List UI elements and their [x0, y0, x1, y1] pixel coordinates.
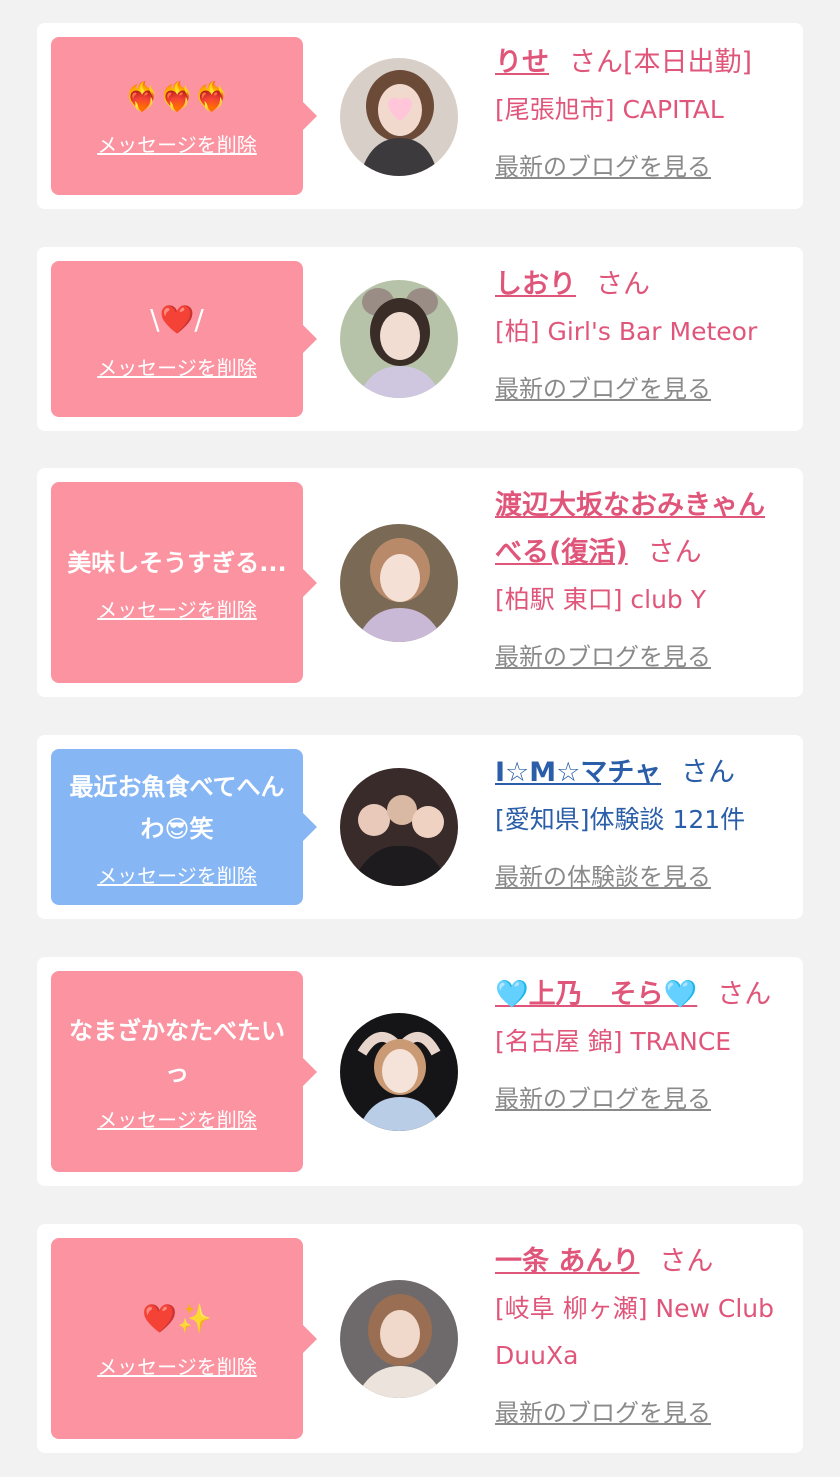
message-text: 美味しそうすぎる...: [67, 549, 287, 577]
message-text: なまざかなたべたいっ: [69, 1017, 285, 1087]
message-bubble: ❤️‍🔥❤️‍🔥❤️‍🔥 メッセージを削除: [51, 37, 317, 195]
message-text: ❤️‍🔥❤️‍🔥❤️‍🔥: [124, 79, 230, 113]
cast-info: I☆M☆マチャ さん [愛知県]体験談 121件 最新の体験談を見る: [495, 749, 787, 892]
message-card: ❤️✨ メッセージを削除 一条 あんり さん [岐阜 柳ヶ瀬] New Club …: [37, 1224, 803, 1453]
cast-info: しおり さん [柏] Girl's Bar Meteor 最新のブログを見る: [495, 261, 787, 404]
message-bubble: 最近お魚食べてへんわ😎笑 メッセージを削除: [51, 749, 317, 905]
honorific: さん: [717, 979, 772, 1010]
message-bubble: なまざかなたべたいっ メッセージを削除: [51, 971, 317, 1172]
avatar[interactable]: [340, 1013, 458, 1131]
cast-name-link[interactable]: 渡辺大坂なおみきゃんべる(復活): [495, 490, 765, 568]
message-card: \❤️/ メッセージを削除 しおり さん [柏] Girl's Bar Meteo…: [37, 247, 803, 431]
honorific: さん: [647, 537, 702, 568]
avatar[interactable]: [340, 58, 458, 176]
honorific: さん: [681, 757, 736, 788]
shop-info: [柏] Girl's Bar Meteor: [495, 317, 758, 346]
cast-name-link[interactable]: 🩵上乃 そら🩵: [495, 979, 697, 1010]
delete-message-link[interactable]: メッセージを削除: [97, 1104, 257, 1133]
cast-name-link[interactable]: I☆M☆マチャ: [495, 757, 661, 788]
shop-info: [尾張旭市] CAPITAL: [495, 95, 724, 124]
latest-blog-link[interactable]: 最新のブログを見る: [495, 637, 711, 672]
shop-info: [柏駅 東口] club Y: [495, 585, 707, 614]
review-count-info: [愛知県]体験談 121件: [495, 805, 746, 834]
cast-info: 一条 あんり さん [岐阜 柳ヶ瀬] New Club DuuXa 最新のブログを…: [495, 1238, 787, 1428]
message-bubble: ❤️✨ メッセージを削除: [51, 1238, 317, 1439]
delete-message-link[interactable]: メッセージを削除: [97, 594, 257, 623]
avatar[interactable]: [340, 524, 458, 642]
latest-review-link[interactable]: 最新の体験談を見る: [495, 857, 711, 892]
latest-blog-link[interactable]: 最新のブログを見る: [495, 1079, 711, 1114]
delete-message-link[interactable]: メッセージを削除: [97, 352, 257, 381]
shop-info: [岐阜 柳ヶ瀬] New Club DuuXa: [495, 1294, 774, 1370]
message-card: なまざかなたべたいっ メッセージを削除 🩵上乃 そら🩵 さん [名古屋 錦] TR…: [37, 957, 803, 1186]
cast-info: 渡辺大坂なおみきゃんべる(復活) さん [柏駅 東口] club Y 最新のブログ…: [495, 482, 787, 672]
honorific: さん: [659, 1246, 714, 1277]
delete-message-link[interactable]: メッセージを削除: [97, 129, 257, 158]
shop-info: [名古屋 錦] TRANCE: [495, 1027, 732, 1056]
message-text: \❤️/: [150, 302, 204, 336]
delete-message-link[interactable]: メッセージを削除: [97, 1351, 257, 1380]
cast-info: りせ さん[本日出勤] [尾張旭市] CAPITAL 最新のブログを見る: [495, 39, 787, 182]
message-bubble: \❤️/ メッセージを削除: [51, 261, 317, 417]
message-text: ❤️✨: [142, 1302, 212, 1335]
honorific: さん[本日出勤]: [569, 47, 753, 78]
latest-blog-link[interactable]: 最新のブログを見る: [495, 1393, 711, 1428]
cast-name-link[interactable]: しおり: [495, 269, 576, 300]
message-text: 最近お魚食べてへんわ😎笑: [69, 772, 285, 843]
avatar[interactable]: [340, 768, 458, 886]
avatar[interactable]: [340, 280, 458, 398]
honorific: さん: [596, 269, 650, 300]
message-card: 最近お魚食べてへんわ😎笑 メッセージを削除 I☆M☆マチャ さん [愛知県]体験談…: [37, 735, 803, 919]
latest-blog-link[interactable]: 最新のブログを見る: [495, 147, 711, 182]
message-card: 美味しそうすぎる... メッセージを削除 渡辺大坂なおみきゃんべる(復活) さん …: [37, 468, 803, 697]
avatar[interactable]: [340, 1280, 458, 1398]
latest-blog-link[interactable]: 最新のブログを見る: [495, 369, 711, 404]
message-card: ❤️‍🔥❤️‍🔥❤️‍🔥 メッセージを削除 りせ さん[本日出勤] [尾張旭市] …: [37, 23, 803, 209]
cast-info: 🩵上乃 そら🩵 さん [名古屋 錦] TRANCE 最新のブログを見る: [495, 971, 787, 1114]
delete-message-link[interactable]: メッセージを削除: [97, 860, 257, 889]
message-bubble: 美味しそうすぎる... メッセージを削除: [51, 482, 317, 683]
cast-name-link[interactable]: りせ: [495, 47, 549, 78]
cast-name-link[interactable]: 一条 あんり: [495, 1246, 639, 1277]
